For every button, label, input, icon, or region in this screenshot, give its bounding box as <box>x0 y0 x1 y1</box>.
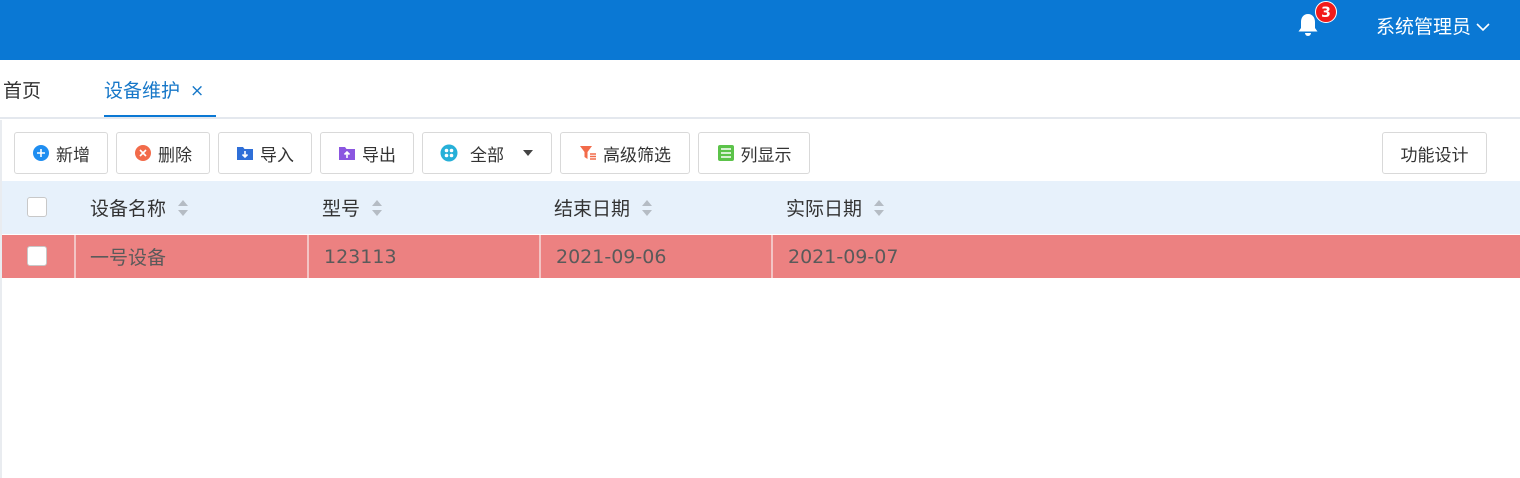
filter-select-value: 全部 <box>470 145 504 166</box>
column-display-button[interactable]: 列显示 <box>698 132 810 174</box>
cell-model: 123113 <box>324 245 397 268</box>
advanced-filter-label: 高级筛选 <box>603 145 671 166</box>
top-bar: 3 系统管理员 <box>0 0 1520 60</box>
export-folder-icon <box>339 147 355 160</box>
notification-badge: 3 <box>1315 1 1337 23</box>
export-button[interactable]: 导出 <box>320 132 414 174</box>
tab-equipment-maintenance[interactable]: 设备维护 × <box>104 76 204 106</box>
table-row[interactable]: 一号设备 123113 2021-09-06 2021-09-07 <box>2 235 1520 278</box>
cell-divider <box>771 235 773 278</box>
select-all-checkbox[interactable] <box>27 197 47 217</box>
table-header: 设备名称 型号 结束日期 实际日期 <box>2 181 1520 234</box>
filter-select[interactable]: 全部 <box>422 132 552 174</box>
list-icon <box>717 145 734 161</box>
cell-end-date: 2021-09-06 <box>556 245 667 268</box>
tab-divider <box>0 117 1520 119</box>
column-header-actual-date[interactable]: 实际日期 <box>786 181 886 234</box>
cell-divider <box>74 235 76 278</box>
left-border <box>0 120 2 478</box>
caret-down-icon <box>523 150 533 156</box>
import-button[interactable]: 导入 <box>218 132 312 174</box>
column-title: 设备名称 <box>90 198 167 220</box>
import-label: 导入 <box>260 145 294 166</box>
sort-icon[interactable] <box>640 197 654 219</box>
cell-name: 一号设备 <box>90 247 167 269</box>
import-folder-icon <box>237 147 253 160</box>
column-title: 结束日期 <box>554 198 631 220</box>
column-title: 实际日期 <box>786 198 863 220</box>
sort-icon[interactable] <box>872 197 886 219</box>
add-label: 新增 <box>56 145 90 166</box>
column-header-end-date[interactable]: 结束日期 <box>554 181 654 234</box>
cell-actual-date: 2021-09-07 <box>788 245 899 268</box>
sort-icon[interactable] <box>370 197 384 219</box>
cell-divider <box>307 235 309 278</box>
user-menu[interactable]: 系统管理员 <box>1376 14 1491 40</box>
column-display-label: 列显示 <box>740 145 792 166</box>
tab-label: 设备维护 <box>104 80 181 102</box>
delete-label: 删除 <box>158 145 192 166</box>
grid-dots-icon <box>440 144 458 162</box>
cell-divider <box>539 235 541 278</box>
user-name: 系统管理员 <box>1376 16 1472 38</box>
export-label: 导出 <box>362 145 396 166</box>
function-design-button[interactable]: 功能设计 <box>1382 132 1487 174</box>
close-icon[interactable]: × <box>190 76 204 106</box>
sort-icon[interactable] <box>176 197 190 219</box>
advanced-filter-button[interactable]: 高级筛选 <box>560 132 690 174</box>
function-design-label: 功能设计 <box>1400 145 1469 166</box>
row-checkbox[interactable] <box>27 246 47 266</box>
tab-home[interactable]: 首页 <box>3 76 41 106</box>
column-header-name[interactable]: 设备名称 <box>90 181 190 234</box>
delete-button[interactable]: 删除 <box>116 132 210 174</box>
add-button[interactable]: 新增 <box>14 132 108 174</box>
chevron-down-icon <box>1476 23 1490 32</box>
delete-circle-icon <box>135 145 151 161</box>
filter-icon <box>580 146 596 160</box>
column-title: 型号 <box>322 198 361 220</box>
plus-circle-icon <box>33 145 49 161</box>
column-header-model[interactable]: 型号 <box>322 181 384 234</box>
tab-bar: 首页 设备维护 × <box>0 60 1520 120</box>
